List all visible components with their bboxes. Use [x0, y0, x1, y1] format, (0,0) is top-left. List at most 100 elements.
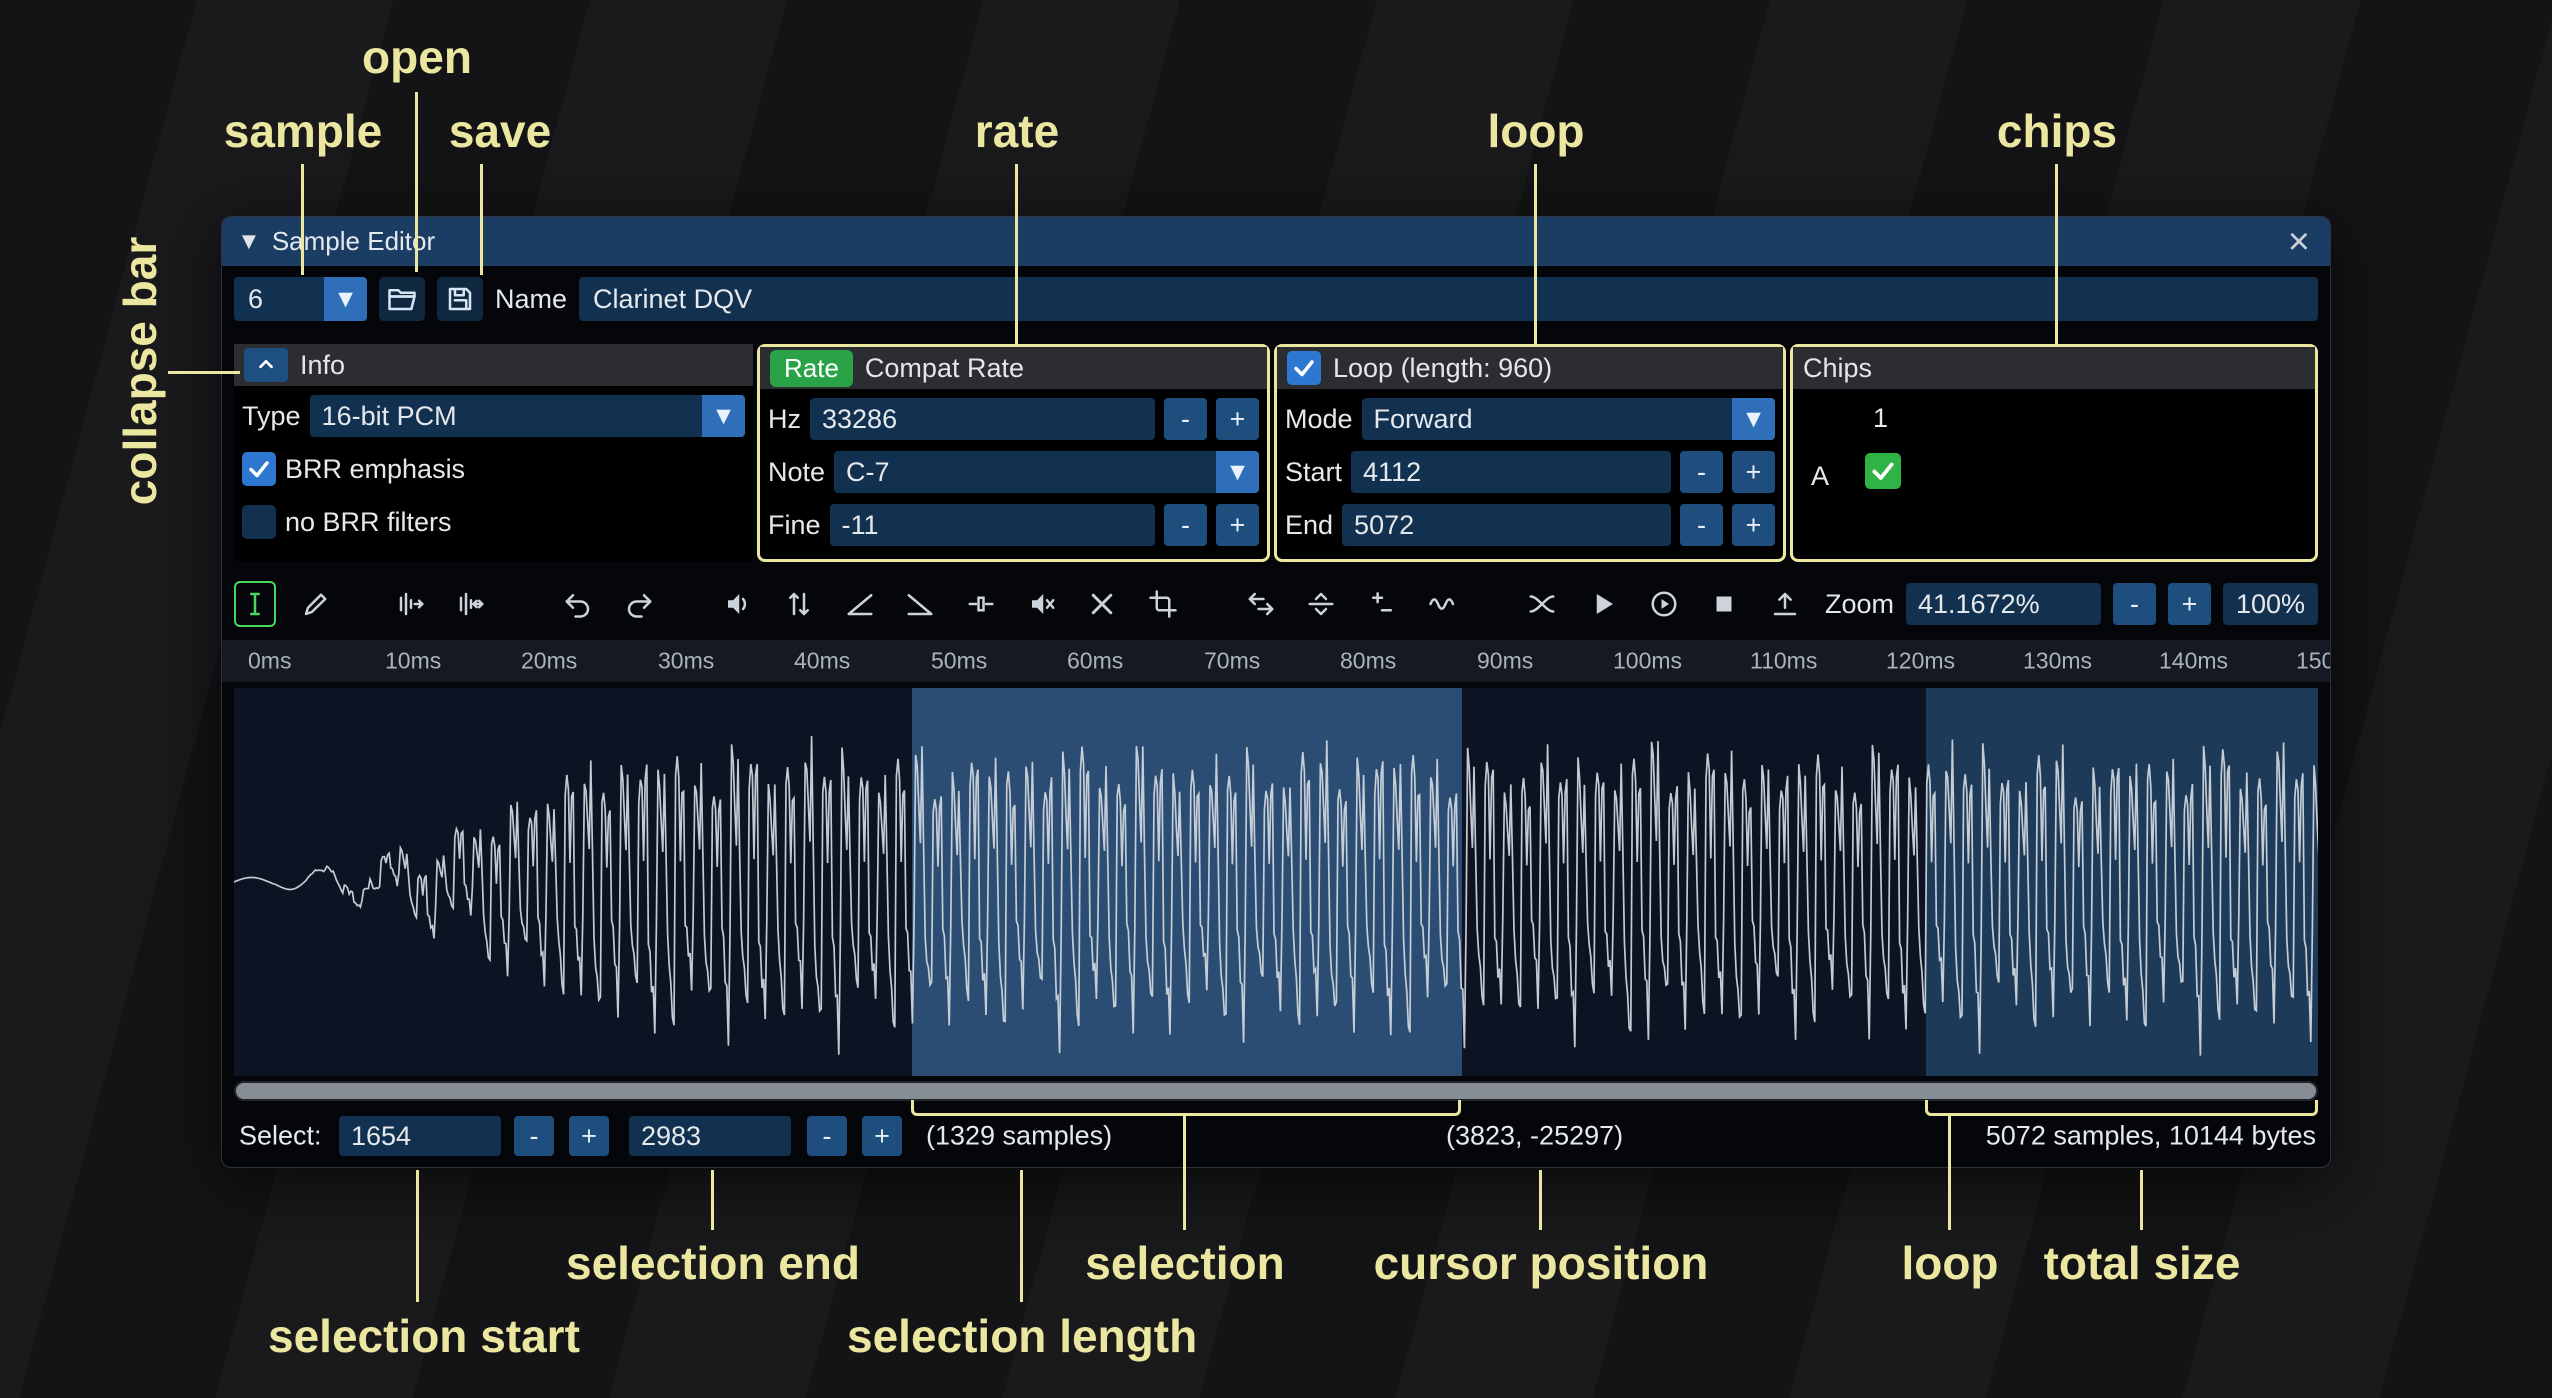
redo-button[interactable] [618, 581, 660, 627]
stop-preview-button[interactable] [1703, 581, 1745, 627]
annotation-save: save [400, 104, 600, 158]
draw-mode-button[interactable] [295, 581, 337, 627]
hz-input[interactable] [810, 398, 1155, 440]
import-button[interactable] [1764, 581, 1806, 627]
check-icon [1292, 356, 1316, 380]
titlebar[interactable]: ▼ Sample Editor × [222, 217, 2330, 266]
save-floppy-icon [445, 284, 475, 314]
info-title: Info [300, 350, 345, 381]
loop-start-minus-button[interactable]: - [1680, 451, 1723, 493]
loop-checkbox[interactable] [1287, 351, 1321, 385]
preview-loop-button[interactable] [1643, 581, 1685, 627]
select-mode-button[interactable] [234, 581, 276, 627]
time-label: 60ms [1067, 648, 1123, 675]
loop-start-plus-button[interactable]: + [1732, 451, 1775, 493]
note-label: Note [768, 457, 825, 488]
chevron-down-icon[interactable]: ▼ [1216, 451, 1259, 493]
amplify-button[interactable] [717, 581, 759, 627]
undo-button[interactable] [557, 581, 599, 627]
play-icon [1588, 589, 1618, 619]
fade-in-button[interactable] [839, 581, 881, 627]
filter-button[interactable] [1422, 581, 1464, 627]
selection-end-input[interactable] [629, 1116, 791, 1156]
time-label: 0ms [248, 648, 291, 675]
loop-end-input[interactable] [1342, 504, 1671, 546]
selection-start-minus-button[interactable]: - [514, 1116, 554, 1156]
collapse-bar-button[interactable] [244, 348, 288, 382]
waveform-display[interactable] [234, 688, 2318, 1076]
chip-enable-checkbox[interactable] [1865, 453, 1901, 489]
info-header[interactable]: Info [234, 344, 753, 386]
reverse-icon [1246, 589, 1276, 619]
loop-start-input[interactable] [1351, 451, 1671, 493]
annotation-line-loop-bottom [1948, 1116, 1951, 1230]
signed-unsigned-button[interactable] [1361, 581, 1403, 627]
reverse-button[interactable] [1240, 581, 1282, 627]
close-icon[interactable]: × [2288, 223, 2310, 261]
loop-header[interactable]: Loop (length: 960) [1277, 347, 1783, 389]
apply-silence-button[interactable] [1021, 581, 1063, 627]
sample-number-select[interactable]: 6 ▼ [234, 277, 367, 321]
selection-end-plus-button[interactable]: + [862, 1116, 902, 1156]
time-label: 20ms [521, 648, 577, 675]
zoom-minus-button[interactable]: - [2113, 583, 2156, 625]
annotation-total-size: total size [1992, 1236, 2292, 1290]
time-label: 120ms [1886, 648, 1955, 675]
chips-title: Chips [1803, 353, 1872, 384]
chevron-down-icon[interactable]: ▼ [324, 277, 367, 321]
brr-emphasis-checkbox[interactable] [242, 452, 276, 486]
select-label: Select: [239, 1121, 322, 1152]
loop-end-plus-button[interactable]: + [1732, 504, 1775, 546]
crossfade-icon [1527, 589, 1557, 619]
hz-minus-button[interactable]: - [1164, 398, 1207, 440]
fine-minus-button[interactable]: - [1164, 504, 1207, 546]
x-delete-icon [1087, 589, 1117, 619]
loop-mode-select[interactable]: Forward ▼ [1362, 398, 1775, 440]
normalize-button[interactable] [778, 581, 820, 627]
loop-end-minus-button[interactable]: - [1680, 504, 1723, 546]
zoom-plus-button[interactable]: + [2168, 583, 2211, 625]
time-label: 110ms [1750, 648, 1817, 675]
selection-end-minus-button[interactable]: - [807, 1116, 847, 1156]
open-sample-button[interactable] [379, 277, 425, 321]
chips-header[interactable]: Chips [1793, 347, 2315, 389]
no-brr-filters-label: no BRR filters [285, 507, 452, 538]
save-sample-button[interactable] [437, 277, 483, 321]
status-row: Select: - + - + (1329 samples) (3823, -2… [234, 1114, 2318, 1158]
zoom-reset-button[interactable]: 100% [2223, 583, 2318, 625]
resize-button[interactable] [390, 581, 432, 627]
fine-input[interactable] [830, 504, 1155, 546]
annotation-line-chips [2055, 164, 2058, 345]
zoom-input[interactable] [1906, 583, 2101, 625]
annotation-line-rate [1015, 164, 1018, 345]
invert-button[interactable] [1300, 581, 1342, 627]
loop-title: Loop (length: 960) [1333, 353, 1552, 384]
trim-button[interactable] [1142, 581, 1184, 627]
chevron-down-icon[interactable]: ▼ [702, 395, 745, 437]
brr-emphasis-label: BRR emphasis [285, 454, 465, 485]
preview-button[interactable] [1582, 581, 1624, 627]
chevron-down-icon[interactable]: ▼ [1732, 398, 1775, 440]
fade-out-button[interactable] [899, 581, 941, 627]
delete-button[interactable] [1081, 581, 1123, 627]
rate-header[interactable]: Rate Compat Rate [760, 347, 1267, 389]
waveform-svg [234, 688, 2318, 1076]
insert-silence-button[interactable] [960, 581, 1002, 627]
crossfade-loop-button[interactable] [1521, 581, 1563, 627]
note-select[interactable]: C-7 ▼ [834, 451, 1259, 493]
no-brr-filters-checkbox[interactable] [242, 505, 276, 539]
type-select[interactable]: 16-bit PCM ▼ [310, 395, 745, 437]
scrollbar-handle[interactable] [236, 1083, 2316, 1099]
rate-title: Compat Rate [865, 353, 1024, 384]
selection-start-input[interactable] [339, 1116, 501, 1156]
zoom-label: Zoom [1825, 589, 1894, 620]
resample-button[interactable] [450, 581, 492, 627]
hz-plus-button[interactable]: + [1216, 398, 1259, 440]
waveform-scrollbar[interactable] [234, 1081, 2318, 1101]
window-collapse-icon[interactable]: ▼ [242, 231, 256, 252]
timeline-ruler[interactable]: 0ms 10ms 20ms 30ms 40ms 50ms 60ms 70ms 8… [222, 640, 2330, 682]
redo-icon [624, 589, 654, 619]
selection-start-plus-button[interactable]: + [569, 1116, 609, 1156]
fine-plus-button[interactable]: + [1216, 504, 1259, 546]
annotation-selection-end: selection end [563, 1236, 863, 1290]
